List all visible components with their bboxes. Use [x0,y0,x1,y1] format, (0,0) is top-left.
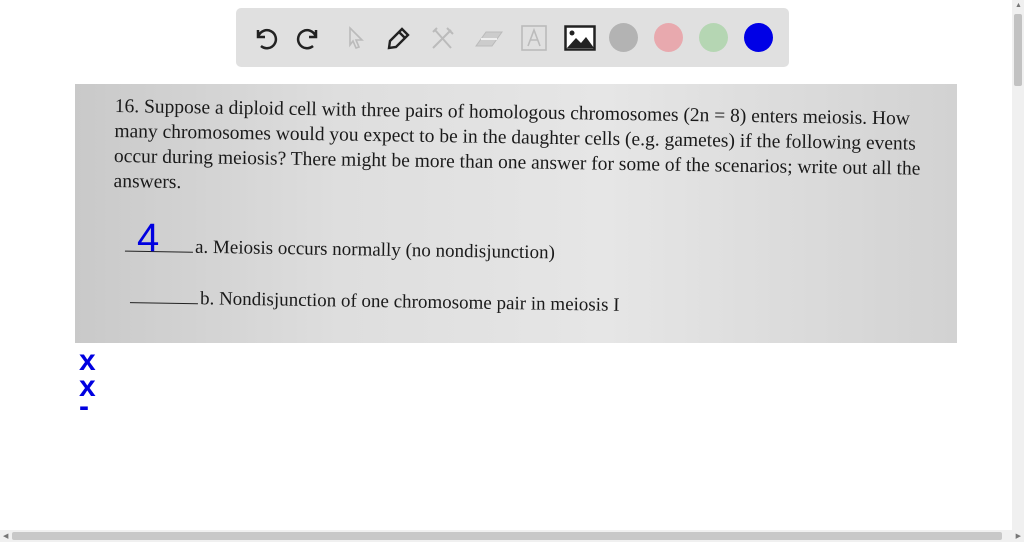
drawing-toolbar [236,8,789,67]
question-b-text: b. Nondisjunction of one chromosome pair… [199,288,620,316]
select-icon[interactable] [340,22,372,54]
question-a-text: a. Meiosis occurs normally (no nondisjun… [194,236,556,264]
undo-icon[interactable] [249,22,281,54]
vertical-scroll-thumb[interactable] [1014,14,1022,86]
question-text: 16. Suppose a diploid cell with three pa… [113,95,921,194]
text-icon[interactable] [518,22,550,54]
question-a: a. Meiosis occurs normally (no nondisjun… [124,236,556,265]
color-gray[interactable] [609,23,638,52]
vertical-scrollbar[interactable]: ▲ [1012,0,1024,530]
horizontal-scroll-thumb[interactable] [12,532,1002,540]
color-green[interactable] [699,23,728,52]
color-pink[interactable] [654,23,683,52]
pen-icon[interactable] [383,22,415,54]
handwritten-margin-marks: x x - [79,346,96,422]
horizontal-scrollbar[interactable]: ◀ ▶ [0,530,1024,542]
question-image: 16. Suppose a diploid cell with three pa… [75,84,957,343]
tools-icon[interactable] [427,22,459,54]
image-icon[interactable] [563,22,597,54]
redo-icon[interactable] [293,22,325,54]
question-b: b. Nondisjunction of one chromosome pair… [129,287,620,317]
color-blue[interactable] [744,23,773,52]
eraser-icon[interactable] [473,22,505,54]
handwritten-answer-a: 4 [137,216,160,260]
